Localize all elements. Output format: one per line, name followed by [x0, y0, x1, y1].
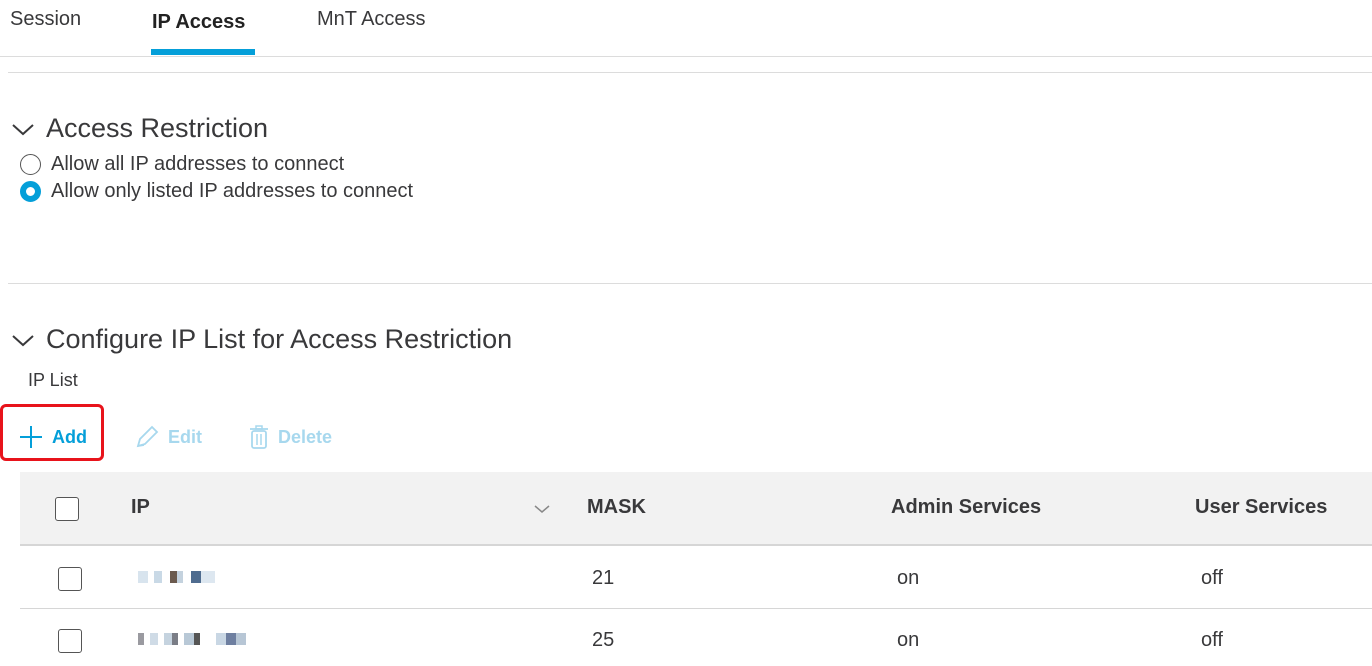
section-title: Configure IP List for Access Restriction — [46, 324, 513, 354]
radio-allow-listed[interactable]: Allow only listed IP addresses to connec… — [20, 180, 413, 203]
tab-mnt-access[interactable]: MnT Access — [317, 8, 426, 31]
divider — [8, 283, 1372, 284]
tab-bar: Session IP Access MnT Access — [0, 0, 1372, 57]
tab-ip-access[interactable]: IP Access — [152, 11, 245, 34]
delete-label: Delete — [278, 426, 333, 447]
user-services-cell: off — [1201, 629, 1223, 651]
table-row[interactable]: 21 on off — [20, 547, 1372, 609]
plus-icon — [20, 426, 42, 448]
column-header-admin-services[interactable]: Admin Services — [891, 496, 1041, 519]
table-header: IP MASK Admin Services User Services — [20, 472, 1372, 546]
chevron-down-icon — [12, 334, 34, 346]
row-checkbox[interactable] — [58, 629, 82, 653]
ip-list-label: IP List — [28, 370, 78, 390]
radio-unchecked-icon[interactable] — [20, 154, 41, 175]
chevron-down-icon — [12, 123, 34, 135]
add-label: Add — [52, 426, 87, 447]
table-row[interactable]: 25 on off — [20, 609, 1372, 666]
radio-checked-icon[interactable] — [20, 181, 41, 202]
select-all-checkbox[interactable] — [55, 497, 79, 521]
mask-cell: 21 — [592, 567, 615, 589]
access-restriction-header[interactable]: Access Restriction — [10, 113, 268, 144]
add-button[interactable]: Add — [18, 424, 87, 450]
section-title: Access Restriction — [46, 113, 269, 143]
column-header-user-services[interactable]: User Services — [1195, 496, 1327, 519]
delete-button[interactable]: Delete — [248, 424, 332, 450]
divider — [8, 72, 1372, 73]
row-checkbox[interactable] — [58, 567, 82, 591]
column-header-mask[interactable]: MASK — [587, 496, 646, 519]
edit-label: Edit — [168, 426, 202, 447]
tab-session[interactable]: Session — [10, 8, 81, 31]
admin-services-cell: on — [897, 629, 920, 651]
column-header-ip[interactable]: IP — [131, 496, 150, 519]
ip-list-section-header[interactable]: Configure IP List for Access Restriction — [10, 324, 512, 355]
mask-cell: 25 — [592, 629, 615, 651]
admin-services-cell: on — [897, 567, 920, 589]
radio-label: Allow only listed IP addresses to connec… — [51, 180, 414, 202]
user-services-cell: off — [1201, 567, 1223, 589]
pencil-icon — [136, 425, 159, 448]
active-tab-indicator — [151, 49, 255, 55]
edit-button[interactable]: Edit — [134, 424, 202, 450]
ip-value-redacted — [138, 633, 246, 647]
sort-chevron-icon[interactable] — [532, 502, 552, 516]
radio-allow-all[interactable]: Allow all IP addresses to connect — [20, 153, 344, 176]
ip-value-redacted — [138, 571, 215, 585]
trash-icon — [250, 425, 268, 449]
radio-label: Allow all IP addresses to connect — [51, 153, 345, 175]
